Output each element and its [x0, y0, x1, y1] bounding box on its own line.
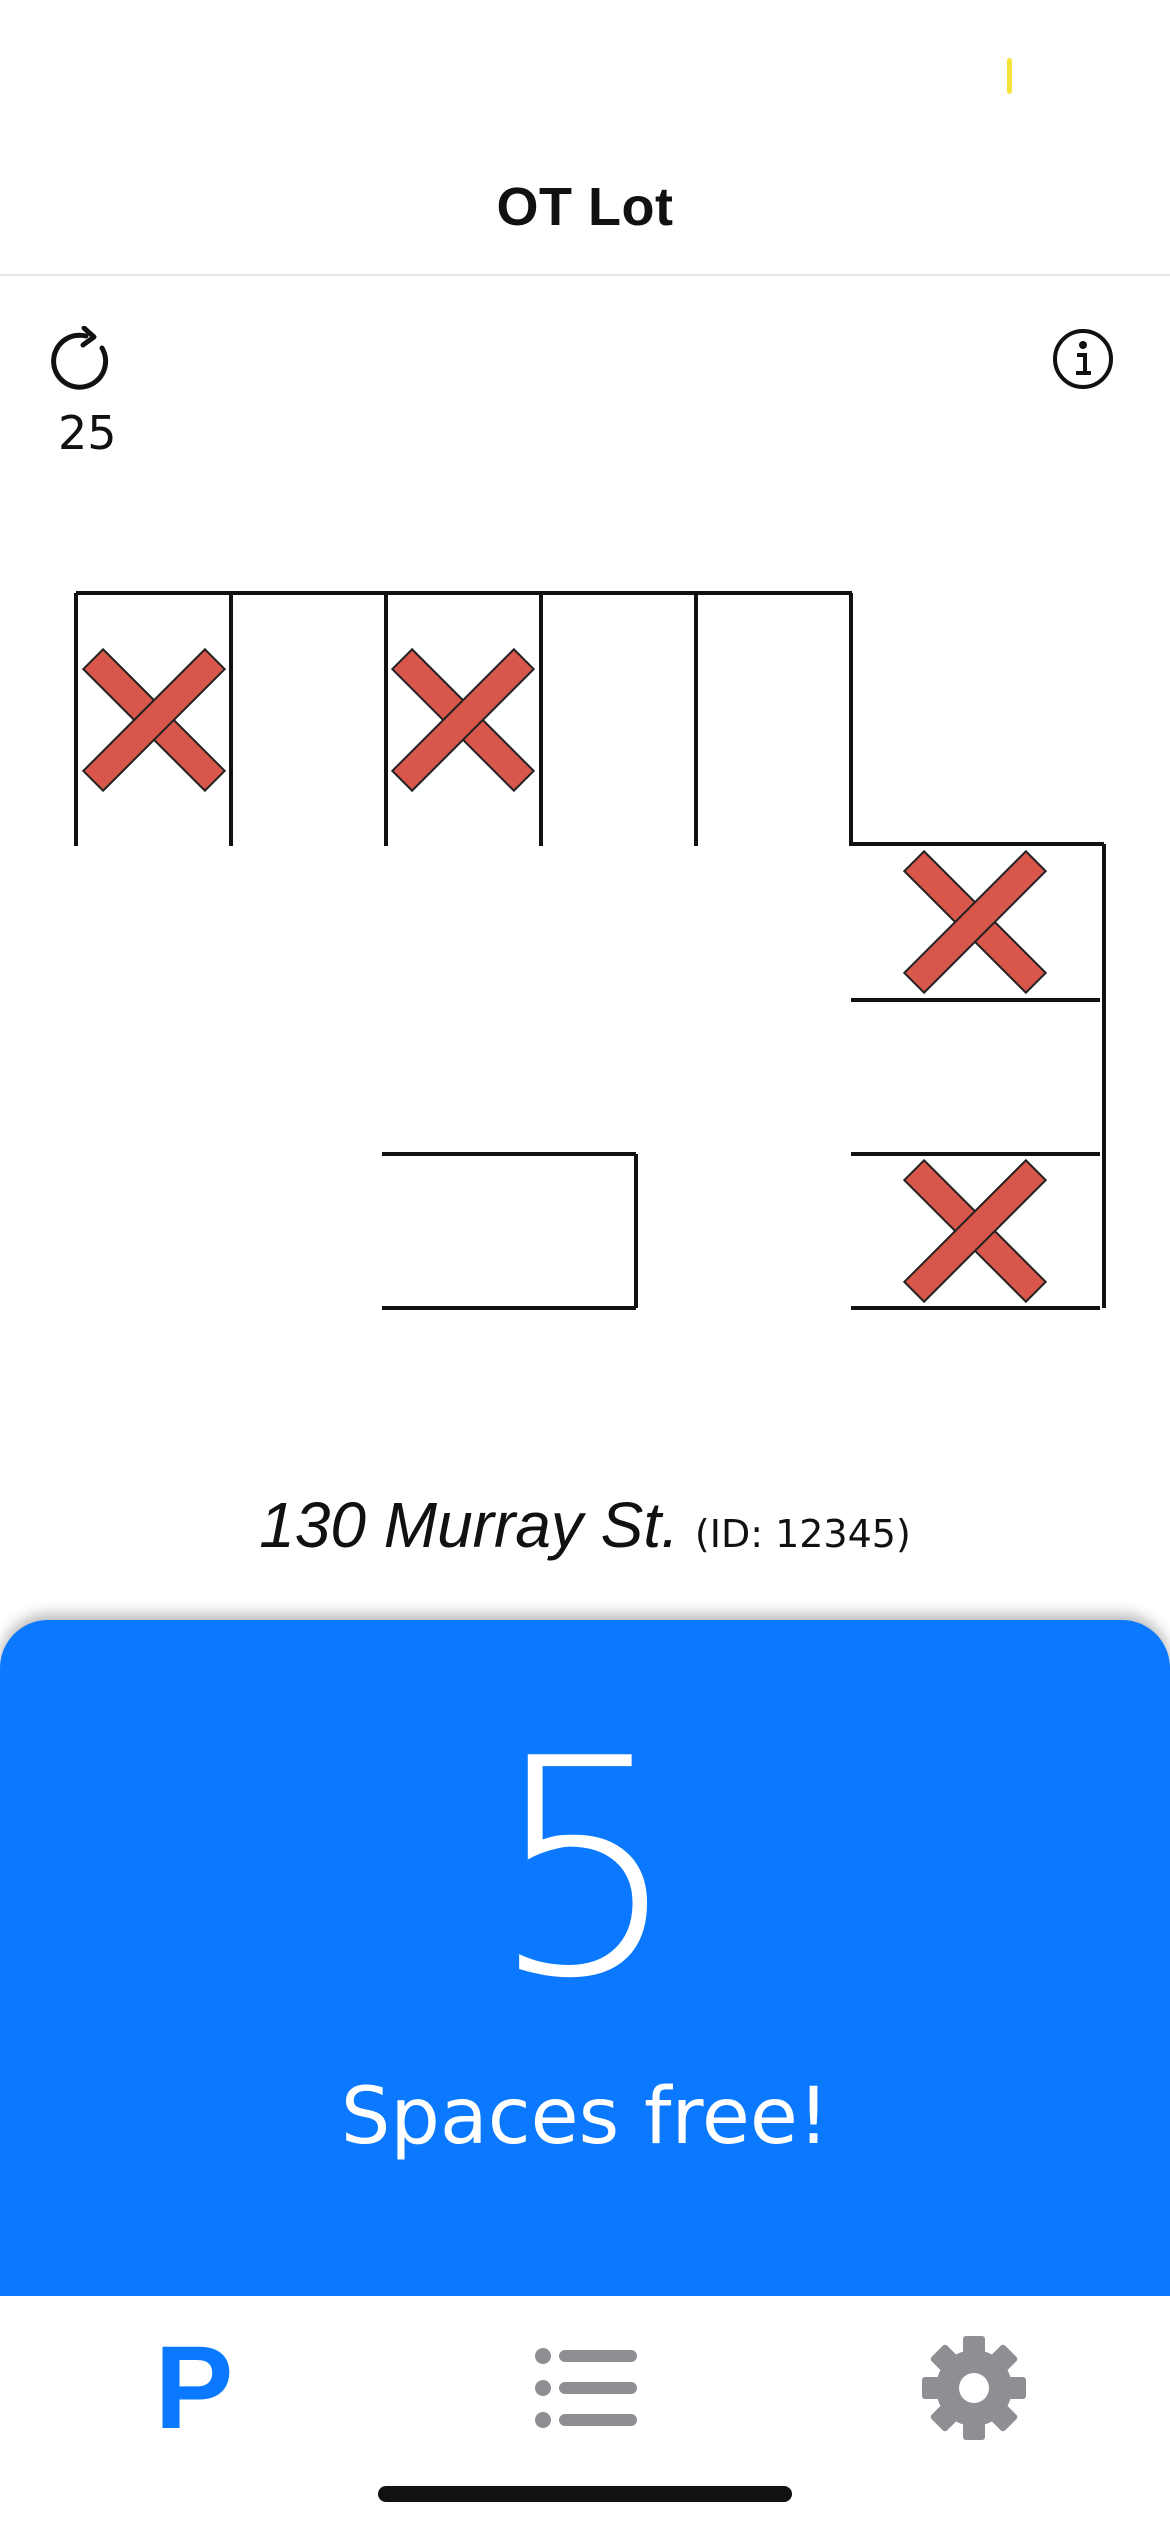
tab-parking[interactable]: P — [94, 2318, 294, 2458]
space-top-2 — [239, 650, 379, 790]
gear-icon — [922, 2336, 1026, 2440]
info-button[interactable] — [1050, 326, 1116, 392]
page-title: OT Lot — [496, 177, 674, 237]
address-row: 130 Murray St. (ID: 12345) — [0, 1488, 1170, 1562]
refresh-button[interactable] — [48, 325, 118, 396]
space-top-4 — [548, 650, 688, 790]
lot-address: 130 Murray St. — [259, 1489, 679, 1561]
home-indicator — [378, 2486, 792, 2502]
status-bar — [0, 0, 1170, 140]
refresh-icon — [51, 325, 109, 390]
parking-lot-map — [74, 591, 1106, 1310]
space-right-2 — [905, 1007, 1045, 1147]
space-top-5 — [703, 650, 843, 790]
refresh-countdown: 25 — [58, 406, 117, 460]
tab-list[interactable] — [480, 2318, 680, 2458]
space-top-3 — [390, 647, 536, 793]
parking-icon: P — [154, 2322, 234, 2454]
free-spaces-label: Spaces free! — [340, 2072, 830, 2162]
free-spaces-panel: 5 Spaces free! — [0, 1620, 1170, 2296]
list-icon — [535, 2348, 637, 2428]
space-right-3 — [902, 1158, 1048, 1304]
nav-bar: OT Lot — [0, 140, 1170, 276]
free-spaces-count: 5 — [489, 1695, 681, 2044]
space-middle-1 — [439, 1161, 579, 1301]
space-top-1 — [81, 647, 227, 793]
lot-id: (ID: 12345) — [694, 1512, 911, 1556]
tab-settings[interactable] — [870, 2318, 1070, 2458]
info-icon — [1053, 329, 1113, 389]
battery-icon — [1007, 58, 1012, 94]
space-right-1 — [902, 849, 1048, 995]
